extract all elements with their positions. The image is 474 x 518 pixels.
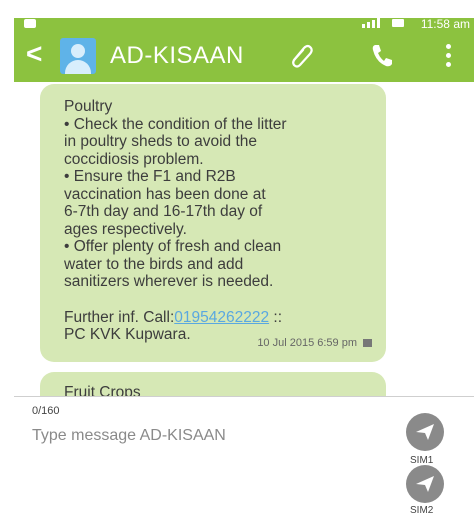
message-line: • Check the condition of the litter: [64, 115, 287, 133]
sim-indicator-icon: [363, 338, 372, 347]
message-line: vaccination has been done at: [64, 185, 266, 203]
contact-avatar[interactable]: [60, 38, 96, 74]
message-line: water to the birds and add: [64, 255, 244, 273]
contact-title[interactable]: AD-KISAAN: [110, 42, 244, 70]
further-info-line: Further inf. Call:01954262222 ::: [64, 309, 372, 327]
battery-icon: [392, 19, 404, 27]
phone-number-link[interactable]: 01954262222: [174, 309, 269, 326]
status-bar: 11:58 am: [14, 17, 474, 31]
attach-icon[interactable]: [288, 42, 314, 68]
message-line: 6-7th day and 16-17th day of: [64, 203, 263, 220]
status-time: 11:58 am: [420, 17, 470, 31]
sms-notification-icon: [24, 19, 36, 28]
send-icon: [416, 476, 434, 492]
message-line: Poultry: [64, 98, 113, 115]
signal-icon: [362, 18, 380, 28]
overflow-menu-icon[interactable]: [446, 44, 452, 68]
compose-area: 0/160 SIM1 SIM2: [14, 396, 474, 518]
send-sim2-button[interactable]: [406, 465, 444, 503]
sim2-label: SIM2: [410, 505, 434, 516]
phone-icon[interactable]: [370, 42, 394, 68]
conversation-header: < AD-KISAAN: [14, 30, 474, 82]
further-info-prefix: Further inf. Call:: [64, 308, 175, 326]
message-timestamp: 10 Jul 2015 6:59 pm: [257, 336, 357, 349]
character-counter: 0/160: [32, 405, 60, 417]
message-meta: 10 Jul 2015 6:59 pm: [257, 335, 372, 353]
further-info-suffix: ::: [269, 308, 283, 326]
send-sim1-button[interactable]: [406, 413, 444, 451]
message-bubble[interactable]: Poultry • Check the condition of the lit…: [40, 84, 386, 362]
message-line: in poultry sheds to avoid the: [64, 133, 258, 150]
message-line: • Ensure the F1 and R2B: [64, 168, 236, 185]
message-line: sanitizers wherever is needed.: [64, 273, 274, 290]
message-line: • Offer plenty of fresh and clean: [64, 238, 282, 255]
send-icon: [416, 424, 434, 440]
message-line: ages respectively.: [64, 220, 187, 238]
message-line: coccidiosis problem.: [64, 150, 204, 168]
message-input[interactable]: [30, 423, 354, 449]
back-icon[interactable]: <: [26, 40, 42, 68]
